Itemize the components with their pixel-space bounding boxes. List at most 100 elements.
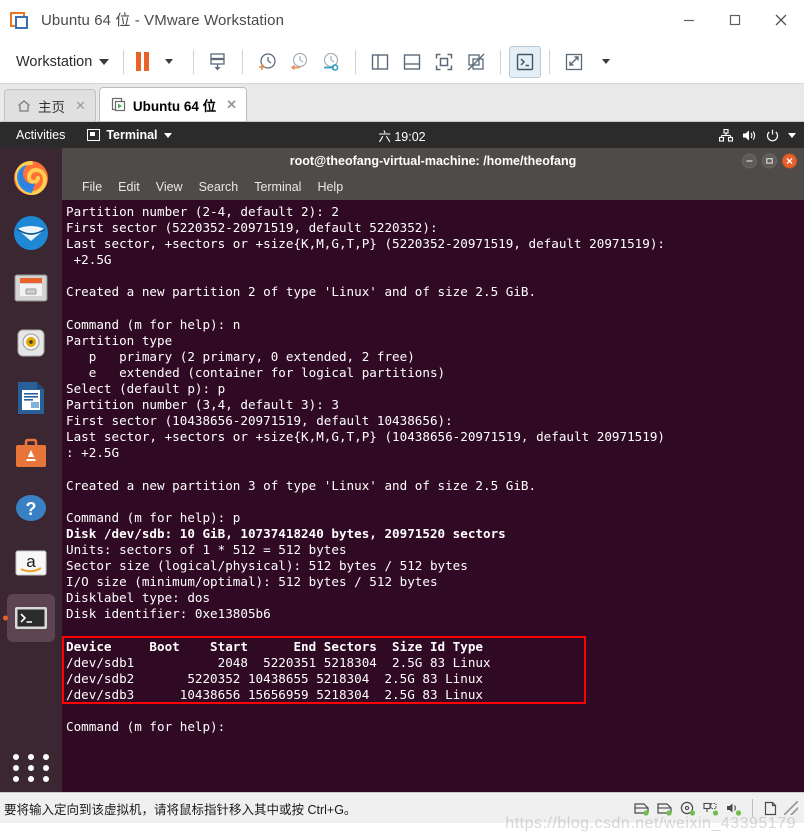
volume-icon bbox=[742, 129, 757, 142]
amazon-icon: a bbox=[15, 550, 47, 576]
menu-file[interactable]: File bbox=[82, 180, 102, 194]
menu-view[interactable]: View bbox=[156, 180, 183, 194]
hard-disk-icon[interactable] bbox=[656, 801, 673, 816]
main-toolbar: Workstation bbox=[0, 40, 804, 84]
sound-card-icon[interactable] bbox=[725, 801, 742, 816]
menu-search[interactable]: Search bbox=[199, 180, 239, 194]
network-icon bbox=[719, 128, 733, 142]
dock-item-amazon[interactable]: a bbox=[7, 539, 55, 587]
terminal-minimize-button[interactable] bbox=[742, 153, 757, 169]
svg-text:?: ? bbox=[26, 499, 37, 519]
resize-grip[interactable] bbox=[784, 801, 798, 815]
terminal-menu-bar: File Edit View Search Terminal Help bbox=[62, 174, 804, 200]
terminal-icon bbox=[15, 607, 47, 629]
terminal-maximize-button[interactable] bbox=[762, 153, 777, 169]
chevron-down-icon bbox=[602, 59, 611, 64]
dock-item-firefox[interactable] bbox=[7, 154, 55, 202]
tab-home-close[interactable]: ✕ bbox=[75, 98, 86, 114]
close-button[interactable] bbox=[758, 0, 804, 40]
toolbar-divider bbox=[193, 49, 195, 74]
dock-item-libreoffice-writer[interactable] bbox=[7, 374, 55, 422]
window-title: Ubuntu 64 位 - VMware Workstation bbox=[41, 12, 285, 29]
firefox-icon bbox=[14, 161, 48, 196]
app-menu-button[interactable]: Terminal bbox=[87, 128, 172, 142]
ubuntu-dock: ? a bbox=[0, 148, 62, 792]
thunderbird-icon bbox=[14, 216, 48, 250]
manage-snapshots-button[interactable] bbox=[315, 46, 347, 78]
terminal-window-controls bbox=[742, 153, 797, 169]
window-title-bar: Ubuntu 64 位 - VMware Workstation bbox=[0, 0, 804, 40]
stretch-guest-button[interactable] bbox=[558, 46, 590, 78]
printer-icon[interactable] bbox=[763, 801, 778, 816]
power-icon bbox=[766, 129, 779, 142]
dock-item-files[interactable] bbox=[7, 264, 55, 312]
ubuntu-software-icon bbox=[16, 438, 46, 467]
unity-mode-button[interactable] bbox=[460, 46, 492, 78]
status-device-tray bbox=[633, 799, 798, 817]
files-icon bbox=[14, 274, 48, 302]
minimize-button[interactable] bbox=[666, 0, 712, 40]
dock-item-thunderbird[interactable] bbox=[7, 209, 55, 257]
terminal-close-button[interactable] bbox=[782, 153, 797, 169]
stretch-dropdown[interactable] bbox=[590, 46, 622, 78]
toolbar-divider bbox=[500, 49, 502, 74]
system-tray[interactable] bbox=[719, 128, 796, 142]
revert-snapshot-button[interactable] bbox=[283, 46, 315, 78]
tab-home-label: 主页 bbox=[38, 99, 65, 115]
maximize-button[interactable] bbox=[712, 0, 758, 40]
vmware-workstation-window: Ubuntu 64 位 - VMware Workstation Worksta… bbox=[0, 0, 804, 837]
activities-button[interactable]: Activities bbox=[8, 128, 73, 142]
chevron-down-icon bbox=[165, 59, 174, 64]
menu-terminal[interactable]: Terminal bbox=[254, 180, 301, 194]
vm-tab-bar: 主页 ✕ Ubuntu 64 位 ✕ bbox=[0, 84, 804, 122]
dock-item-rhythmbox[interactable] bbox=[7, 319, 55, 367]
show-thumbnail-bar-button[interactable] bbox=[396, 46, 428, 78]
show-library-button[interactable] bbox=[364, 46, 396, 78]
guest-screen[interactable]: Activities Terminal 六 19:02 ? a root@the… bbox=[0, 122, 804, 792]
terminal-title-bar[interactable]: root@theofang-virtual-machine: /home/the… bbox=[62, 148, 804, 174]
show-applications-button[interactable] bbox=[11, 754, 51, 782]
network-adapter-icon[interactable] bbox=[702, 801, 719, 816]
terminal-output-text: Partition number (2-4, default 2): 2 Fir… bbox=[66, 204, 665, 734]
terminal-output-area[interactable]: Partition number (2-4, default 2): 2 Fir… bbox=[62, 200, 804, 792]
terminal-icon bbox=[87, 129, 101, 141]
dock-item-ubuntu-software[interactable] bbox=[7, 429, 55, 477]
console-view-button[interactable] bbox=[509, 45, 542, 78]
libreoffice-writer-icon bbox=[18, 382, 44, 414]
send-ctrl-alt-del-button[interactable] bbox=[202, 46, 234, 78]
ubuntu-top-bar: Activities Terminal 六 19:02 bbox=[0, 122, 804, 148]
dock-item-help[interactable]: ? bbox=[7, 484, 55, 532]
tab-home[interactable]: 主页 ✕ bbox=[4, 89, 96, 121]
toolbar-divider bbox=[123, 49, 125, 74]
vmware-logo-icon bbox=[10, 9, 32, 31]
tab-ubuntu-64[interactable]: Ubuntu 64 位 ✕ bbox=[98, 87, 248, 121]
svg-text:a: a bbox=[26, 552, 36, 571]
pause-button[interactable] bbox=[132, 52, 153, 71]
rhythmbox-icon bbox=[17, 329, 45, 357]
status-bar: 要将输入定向到该虚拟机，请将鼠标指针移入其中或按 Ctrl+G。 bbox=[0, 792, 804, 823]
workstation-menu-label: Workstation bbox=[16, 53, 93, 70]
app-menu-label: Terminal bbox=[106, 128, 158, 142]
workstation-menu-button[interactable]: Workstation bbox=[8, 50, 115, 74]
terminal-title: root@theofang-virtual-machine: /home/the… bbox=[289, 154, 577, 168]
take-snapshot-button[interactable] bbox=[251, 46, 283, 78]
tab-ubuntu-close[interactable]: ✕ bbox=[226, 97, 237, 113]
dock-item-terminal[interactable] bbox=[7, 594, 55, 642]
chevron-down-icon bbox=[99, 58, 110, 65]
toolbar-divider bbox=[355, 49, 357, 74]
cd-dvd-icon[interactable] bbox=[679, 801, 696, 816]
hard-disk-icon[interactable] bbox=[633, 801, 650, 816]
home-icon bbox=[16, 98, 32, 114]
status-message: 要将输入定向到该虚拟机，请将鼠标指针移入其中或按 Ctrl+G。 bbox=[4, 802, 357, 817]
chevron-down-icon bbox=[163, 132, 172, 138]
menu-help[interactable]: Help bbox=[317, 180, 343, 194]
status-divider bbox=[752, 799, 753, 817]
tab-ubuntu-label: Ubuntu 64 位 bbox=[132, 98, 217, 114]
toolbar-divider bbox=[242, 49, 244, 74]
fullscreen-button[interactable] bbox=[428, 46, 460, 78]
pause-dropdown[interactable] bbox=[153, 46, 185, 78]
chevron-down-icon bbox=[788, 132, 796, 138]
help-icon: ? bbox=[16, 495, 46, 521]
menu-edit[interactable]: Edit bbox=[118, 180, 140, 194]
terminal-window: root@theofang-virtual-machine: /home/the… bbox=[62, 148, 804, 792]
